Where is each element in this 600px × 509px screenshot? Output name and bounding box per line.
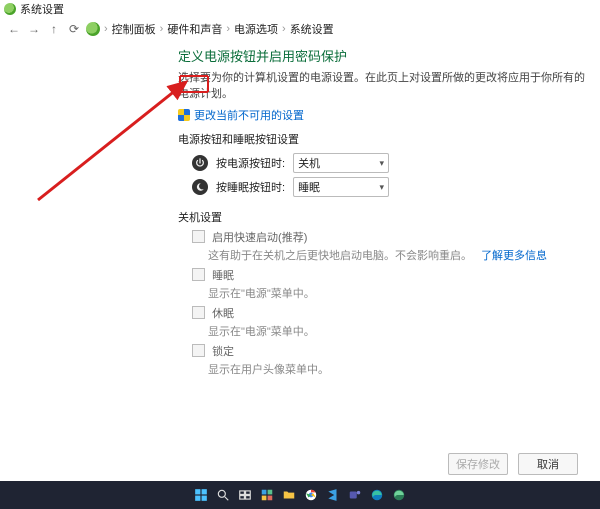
- fast-startup-label: 启用快速启动(推荐): [212, 232, 307, 244]
- chevron-down-icon: ▾: [380, 158, 385, 169]
- shutdown-settings-title: 关机设置: [178, 209, 588, 225]
- edge-dev-icon[interactable]: [390, 486, 408, 504]
- sleep-checkbox[interactable]: [192, 268, 205, 281]
- chrome-icon[interactable]: [302, 486, 320, 504]
- power-button-label: 按电源按钮时:: [216, 155, 285, 171]
- sleep-desc: 显示在"电源"菜单中。: [208, 285, 588, 301]
- crumb-control-panel[interactable]: 控制面板: [112, 21, 156, 37]
- teams-icon[interactable]: [346, 486, 364, 504]
- lock-desc: 显示在用户头像菜单中。: [208, 361, 588, 377]
- taskbar: [0, 481, 600, 509]
- explorer-icon[interactable]: [280, 486, 298, 504]
- power-button-value: 关机: [298, 155, 320, 171]
- buttons-section-title: 电源按钮和睡眠按钮设置: [178, 131, 588, 147]
- sleep-button-value: 睡眠: [298, 179, 320, 195]
- crumb-system-settings[interactable]: 系统设置: [290, 21, 334, 37]
- search-icon[interactable]: [214, 486, 232, 504]
- sleep-button-label: 按睡眠按钮时:: [216, 179, 285, 195]
- lock-checkbox[interactable]: [192, 344, 205, 357]
- page-subtitle: 选择要为你的计算机设置的电源设置。在此页上对设置所做的更改将应用于你所有的电源计…: [178, 69, 588, 101]
- hibernate-checkbox[interactable]: [192, 306, 205, 319]
- hibernate-desc: 显示在"电源"菜单中。: [208, 323, 588, 339]
- nav-back-button[interactable]: ←: [6, 21, 22, 37]
- taskview-icon[interactable]: [236, 486, 254, 504]
- widgets-icon[interactable]: [258, 486, 276, 504]
- sleep-label: 睡眠: [212, 270, 234, 282]
- fast-startup-checkbox[interactable]: [192, 230, 205, 243]
- crumb-power-options[interactable]: 电源选项: [234, 21, 278, 37]
- fast-startup-desc: 这有助于在关机之后更快地启动电脑。不会影响重启。: [208, 250, 472, 262]
- nav-up-button[interactable]: ↑: [46, 21, 62, 37]
- breadcrumb[interactable]: › 控制面板 › 硬件和声音 › 电源选项 › 系统设置: [86, 21, 334, 37]
- page-title: 定义电源按钮并启用密码保护: [178, 46, 588, 65]
- window-title: 系统设置: [20, 1, 64, 17]
- fast-startup-learn-more-link[interactable]: 了解更多信息: [481, 250, 547, 262]
- save-button[interactable]: 保存修改: [448, 453, 508, 475]
- control-panel-icon: [86, 22, 100, 36]
- chevron-down-icon: ▾: [380, 182, 385, 193]
- shield-icon: [178, 109, 190, 121]
- power-icon: [192, 155, 208, 171]
- crumb-hardware-sound[interactable]: 硬件和声音: [167, 21, 222, 37]
- sleep-icon: [192, 179, 208, 195]
- cancel-button[interactable]: 取消: [518, 453, 578, 475]
- nav-refresh-button[interactable]: ⟳: [66, 21, 82, 37]
- app-icon: [4, 3, 16, 15]
- start-icon[interactable]: [192, 486, 210, 504]
- power-button-select[interactable]: 关机 ▾: [293, 153, 389, 173]
- nav-forward-button[interactable]: →: [26, 21, 42, 37]
- change-unavailable-settings-link[interactable]: 更改当前不可用的设置: [194, 107, 304, 123]
- vscode-icon[interactable]: [324, 486, 342, 504]
- edge-icon[interactable]: [368, 486, 386, 504]
- sleep-button-select[interactable]: 睡眠 ▾: [293, 177, 389, 197]
- hibernate-label: 休眠: [212, 308, 234, 320]
- lock-label: 锁定: [212, 346, 234, 358]
